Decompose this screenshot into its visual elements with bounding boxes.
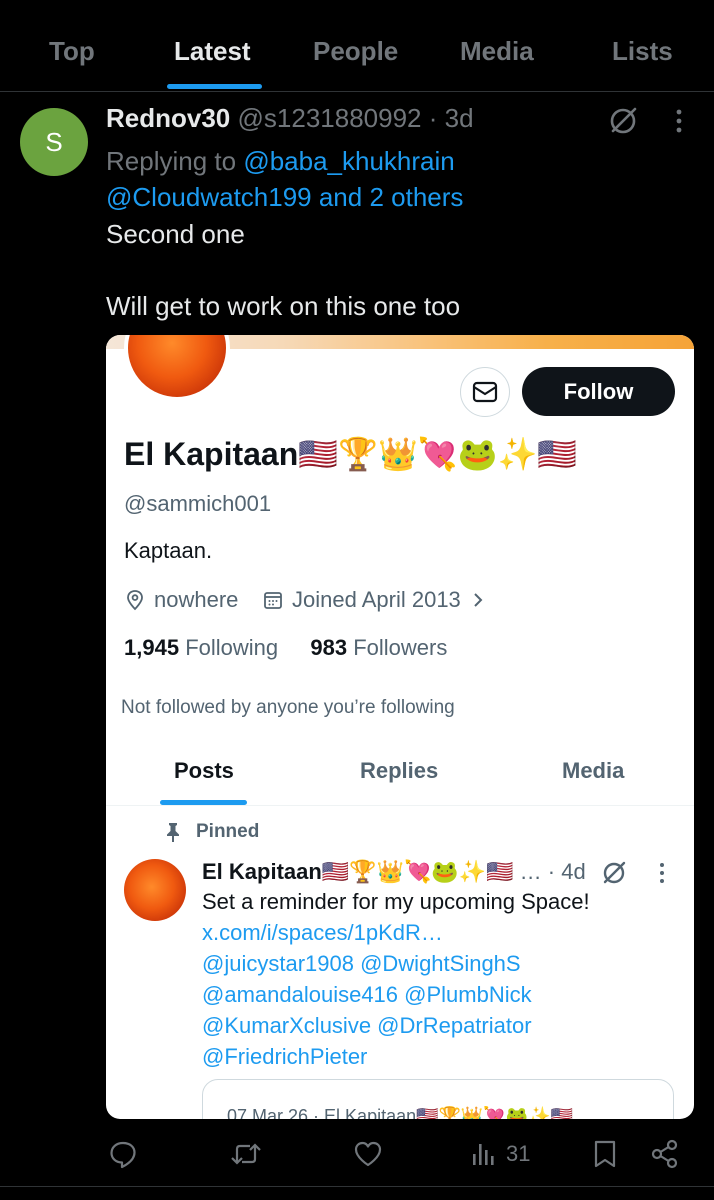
grok-icon[interactable]: [606, 104, 640, 138]
mention-link[interactable]: @baba_khukhrain: [243, 146, 454, 176]
reply-button[interactable]: [108, 1136, 138, 1172]
not-followed-note: Not followed by anyone you’re following: [121, 697, 455, 718]
post-avatar: [124, 859, 186, 921]
profile-avatar: [124, 335, 230, 401]
repost-icon: [231, 1143, 261, 1165]
repost-button[interactable]: [230, 1136, 262, 1172]
following-count: 1,945: [124, 635, 180, 660]
chevron-right-icon: [474, 593, 483, 607]
grok-icon: [600, 859, 628, 887]
post-header: El Kapitaan🇺🇸🏆👑💘🐸✨🇺🇸 … · 4d: [202, 859, 586, 884]
tab-media[interactable]: Media: [460, 36, 534, 67]
profile-stats: 1,945 Following 983 Followers: [124, 635, 447, 661]
bookmark-icon: [594, 1140, 616, 1168]
share-button[interactable]: [650, 1136, 680, 1172]
post-text: Set a reminder for my upcoming Space!: [202, 889, 590, 914]
divider: [0, 1186, 714, 1187]
location-pin-icon: [127, 590, 143, 611]
like-button[interactable]: [353, 1136, 383, 1172]
follow-button: Follow: [522, 367, 675, 416]
tweet-time: · 3d: [428, 103, 474, 133]
envelope-icon: [472, 381, 498, 403]
more-options-icon: [650, 861, 674, 885]
post-mentions: @FriedrichPieter: [202, 1044, 368, 1069]
pin-icon: [167, 823, 179, 842]
display-name[interactable]: Rednov30: [106, 103, 230, 133]
profile-name: El Kapitaan🇺🇸🏆👑💘🐸✨🇺🇸: [124, 436, 578, 472]
tweet-text-line: Will get to work on this one too: [106, 291, 461, 321]
profile-location: nowhere: [124, 587, 238, 613]
post-mentions: @KumarXclusive @DrRepatriator: [202, 1013, 532, 1038]
tweet-text-line: Second one: [106, 219, 245, 249]
more-options-icon[interactable]: [664, 106, 694, 136]
tweet-header: Rednov30 @s1231880992 · 3d: [106, 103, 474, 134]
tab-people[interactable]: People: [313, 36, 398, 67]
attached-image[interactable]: Follow El Kapitaan🇺🇸🏆👑💘🐸✨🇺🇸 @sammich001 …: [106, 335, 694, 1119]
calendar-icon: [264, 592, 282, 609]
pinned-label: Pinned: [164, 821, 259, 843]
search-tabs-bar: Top Latest People Media Lists: [0, 0, 714, 92]
heart-icon: [354, 1141, 382, 1167]
user-handle[interactable]: @s1231880992: [238, 103, 422, 133]
post-author-name: El Kapitaan🇺🇸🏆👑💘🐸✨🇺🇸: [202, 859, 514, 884]
profile-tab-posts: Posts: [174, 758, 234, 783]
followers-count: 983: [310, 635, 348, 660]
tab-lists[interactable]: Lists: [612, 36, 673, 67]
bookmark-button[interactable]: [592, 1136, 618, 1172]
mention-link[interactable]: @Cloudwatch199 and 2 others: [106, 182, 463, 212]
message-button: [460, 367, 510, 417]
reply-icon: [110, 1141, 136, 1169]
views-button[interactable]: 31: [470, 1136, 530, 1172]
post-time: · 4d: [541, 859, 586, 884]
post-mentions: @amandalouise416 @PlumbNick: [202, 982, 532, 1007]
following-label: Following: [185, 635, 279, 660]
tab-latest[interactable]: Latest: [174, 36, 251, 67]
quoted-post: 07 Mar 26 · El Kapitaan🇺🇸🏆👑💘🐸✨🇺🇸: [202, 1079, 674, 1119]
views-icon: [473, 1144, 494, 1165]
profile-tab-replies: Replies: [360, 758, 439, 783]
post-mentions: @juicystar1908 @DwightSinghS: [202, 951, 521, 976]
profile-tab-media: Media: [562, 758, 625, 783]
profile-handle: @sammich001: [124, 491, 272, 516]
quoted-post-header: 07 Mar 26 · El Kapitaan🇺🇸🏆👑💘🐸✨🇺🇸: [227, 1106, 573, 1119]
avatar[interactable]: S: [20, 108, 88, 176]
active-tab-indicator: [167, 84, 262, 89]
views-count: 31: [506, 1141, 531, 1166]
profile-joined: Joined April 2013: [262, 587, 487, 613]
replying-to: Replying to @baba_khukhrain @Cloudwatch1…: [106, 146, 464, 212]
profile-bio: Kaptaan.: [124, 538, 213, 563]
divider: [106, 805, 694, 806]
followers-label: Followers: [353, 635, 448, 660]
tab-top[interactable]: Top: [49, 36, 95, 67]
post-link: x.com/i/spaces/1pKdR…: [202, 920, 443, 945]
share-icon: [651, 1139, 678, 1169]
